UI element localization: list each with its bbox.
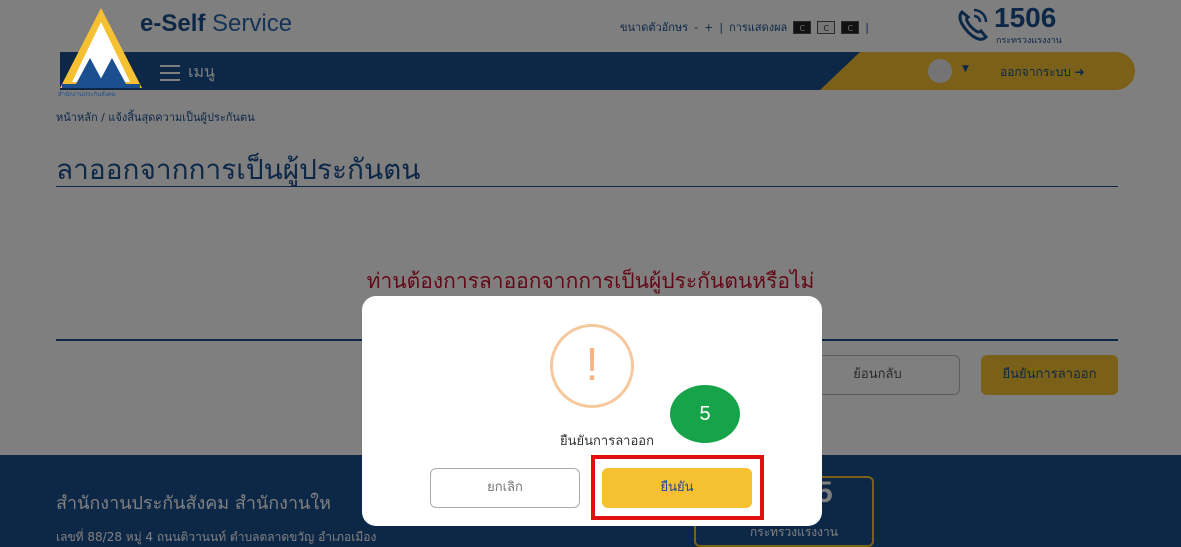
sso-logo	[60, 8, 142, 88]
exclamation-icon: !	[585, 338, 599, 390]
step-number-badge: 5	[670, 385, 740, 443]
warning-icon: !	[550, 324, 634, 408]
logo-caption: สำนักงานประกันสังคม	[58, 91, 116, 98]
cancel-button[interactable]: ยกเลิก	[430, 468, 580, 508]
dialog-message: ยืนยันการลาออก	[560, 434, 654, 449]
highlight-box	[591, 455, 764, 520]
